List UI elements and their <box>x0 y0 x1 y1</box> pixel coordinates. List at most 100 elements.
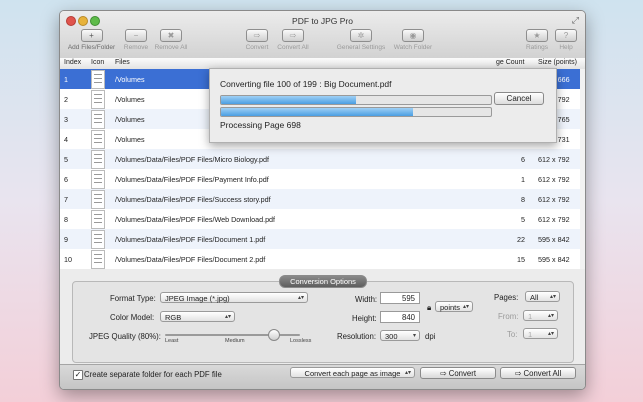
remove-label: Remove <box>123 44 149 51</box>
general-settings-button[interactable]: ✲ General Settings <box>333 29 389 55</box>
separate-folder-label: Create separate folder for each PDF file <box>84 370 222 379</box>
remove-button[interactable]: − Remove <box>121 29 151 55</box>
width-field[interactable]: 595 <box>380 292 420 304</box>
star-icon: ★ <box>526 29 548 42</box>
from-stepper[interactable]: 1 ▴▾ <box>523 310 558 321</box>
updown-icon: ▴▾ <box>297 295 304 301</box>
row-size: 612 x 792 <box>538 175 570 184</box>
convert-toolbar-button[interactable]: ⇨ Convert <box>240 29 274 55</box>
add-files-label: Add Files/Folder <box>67 44 116 51</box>
from-value: 1 <box>528 312 533 321</box>
convert-all-toolbar-button[interactable]: ⇨ Convert All <box>275 29 311 55</box>
to-stepper[interactable]: 1 ▴▾ <box>523 328 558 339</box>
convert-all-label: Convert All <box>523 369 562 378</box>
convert-icon: ⇨ <box>246 29 268 42</box>
add-files-button[interactable]: + Add Files/Folder <box>64 29 119 55</box>
resolution-label: Resolution: <box>337 332 377 341</box>
tick-medium: Medium <box>225 338 245 344</box>
updown-icon: ▴▾ <box>547 313 554 319</box>
convert-all-button[interactable]: ⇨ Convert All <box>500 367 576 379</box>
table-row[interactable]: 6 /Volumes/Data/Files/PDF Files/Payment … <box>60 169 580 189</box>
format-value: JPEG Image (*.jpg) <box>165 294 230 303</box>
row-size: 595 x 842 <box>538 255 570 264</box>
pdf-thumbnail-icon <box>91 230 105 249</box>
progress-page: Processing Page 698 <box>220 120 301 130</box>
col-page-count[interactable]: ge Count <box>496 59 524 66</box>
app-window: PDF to JPG Pro ⤢ + Add Files/Folder − Re… <box>59 10 586 390</box>
table-row[interactable]: 9 /Volumes/Data/Files/PDF Files/Document… <box>60 229 580 249</box>
pdf-thumbnail-icon <box>91 250 105 269</box>
col-index[interactable]: Index <box>64 59 81 66</box>
row-count: 15 <box>517 255 525 264</box>
remove-all-label: Remove All <box>154 44 188 51</box>
list-scrollbar[interactable] <box>580 69 585 269</box>
convert-icon: ⇨ <box>439 369 449 378</box>
conversion-options-title: Conversion Options <box>279 275 367 288</box>
watch-folder-button[interactable]: ◉ Watch Folder <box>391 29 435 55</box>
updown-icon: ▴▾ <box>404 370 411 376</box>
col-files[interactable]: Files <box>115 59 130 66</box>
format-select[interactable]: JPEG Image (*.jpg) ▴▾ <box>160 292 308 303</box>
table-row[interactable]: 10 /Volumes/Data/Files/PDF Files/Documen… <box>60 249 580 269</box>
row-count: 22 <box>517 235 525 244</box>
unit-select[interactable]: points ▴▾ <box>435 301 473 312</box>
row-file: /Volumes <box>115 75 145 84</box>
lock-icon[interactable]: 🔒︎ <box>427 303 431 313</box>
updown-icon: ▴▾ <box>547 331 554 337</box>
col-icon[interactable]: Icon <box>91 59 104 66</box>
pdf-thumbnail-icon <box>91 170 105 189</box>
tick-lossless: Lossless <box>290 338 312 344</box>
row-file: /Volumes/Data/Files/PDF Files/Micro Biol… <box>115 155 270 164</box>
resolution-select[interactable]: 300 ▾ <box>380 330 420 341</box>
separate-folder-checkbox[interactable]: ✓ <box>73 370 83 380</box>
quality-slider-knob[interactable] <box>268 329 280 341</box>
window-title: PDF to JPG Pro <box>292 16 353 26</box>
watch-folder-label: Watch Folder <box>393 44 433 51</box>
col-size[interactable]: Size (points) <box>538 59 577 66</box>
convert-toolbar-label: Convert <box>245 44 269 51</box>
pages-select[interactable]: All ▴▾ <box>525 291 560 302</box>
height-field[interactable]: 840 <box>380 311 420 323</box>
help-button[interactable]: ? Help <box>554 29 578 55</box>
pdf-thumbnail-icon <box>91 110 105 129</box>
file-progress-bar <box>220 95 492 105</box>
convert-all-icon: ⇨ <box>514 369 524 378</box>
convert-all-icon: ⇨ <box>282 29 304 42</box>
row-count: 1 <box>521 175 525 184</box>
row-file: /Volumes <box>115 135 145 144</box>
unit-value: points <box>440 303 461 312</box>
row-file: /Volumes <box>115 115 145 124</box>
convert-all-toolbar-label: Convert All <box>277 44 309 51</box>
x-icon: ✖ <box>160 29 182 42</box>
color-model-value: RGB <box>165 313 182 322</box>
file-progress-fill <box>221 96 356 104</box>
ratings-button[interactable]: ★ Ratings <box>523 29 551 55</box>
table-row[interactable]: 8 /Volumes/Data/Files/PDF Files/Web Down… <box>60 209 580 229</box>
row-index: 10 <box>64 255 72 264</box>
resolution-value: 300 <box>385 332 398 341</box>
row-index: 1 <box>64 75 68 84</box>
help-icon: ? <box>555 29 577 42</box>
color-model-select[interactable]: RGB ▴▾ <box>160 311 235 322</box>
pdf-thumbnail-icon <box>91 90 105 109</box>
row-file: /Volumes <box>115 95 145 104</box>
row-file: /Volumes/Data/Files/PDF Files/Success st… <box>115 195 271 204</box>
convert-button[interactable]: ⇨ Convert <box>420 367 496 379</box>
row-size: 612 x 792 <box>538 195 570 204</box>
cancel-button[interactable]: Cancel <box>494 92 544 105</box>
table-row[interactable]: 7 /Volumes/Data/Files/PDF Files/Success … <box>60 189 580 209</box>
tick-least: Least <box>165 338 179 344</box>
fullscreen-icon[interactable]: ⤢ <box>572 15 579 26</box>
remove-all-button[interactable]: ✖ Remove All <box>152 29 190 55</box>
updown-icon: ▴▾ <box>224 314 231 320</box>
row-file: /Volumes/Data/Files/PDF Files/Document 1… <box>115 235 266 244</box>
row-file: /Volumes/Data/Files/PDF Files/Web Downlo… <box>115 215 276 224</box>
help-label: Help <box>559 44 573 51</box>
row-size: 612 x 792 <box>538 155 570 164</box>
convert-mode-select[interactable]: Convert each page as image ▴▾ <box>290 367 415 378</box>
row-index: 4 <box>64 135 68 144</box>
to-label: To: <box>507 330 518 339</box>
jpeg-quality-label: JPEG Quality (80%): <box>89 332 161 341</box>
table-row[interactable]: 5 /Volumes/Data/Files/PDF Files/Micro Bi… <box>60 149 580 169</box>
pdf-thumbnail-icon <box>91 150 105 169</box>
